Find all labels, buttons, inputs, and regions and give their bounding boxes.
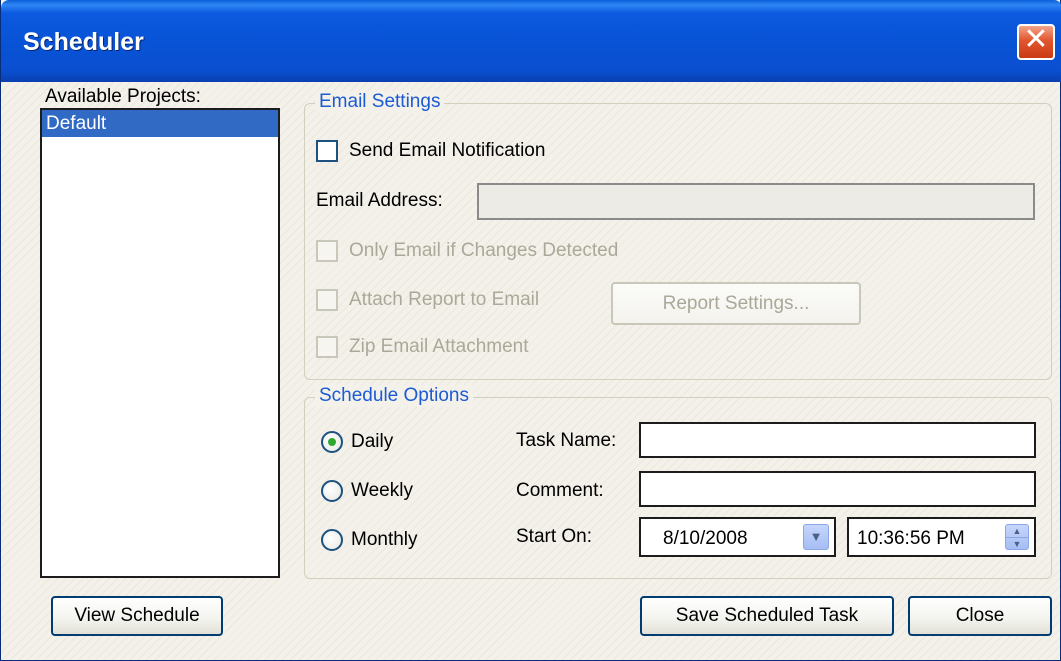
email-settings-title: Email Settings [315,91,445,113]
daily-radio[interactable]: Daily [321,431,393,453]
zip-email-attachment-label: Zip Email Attachment [349,336,529,357]
radio-button[interactable] [321,480,343,502]
zip-email-attachment-checkbox[interactable]: Zip Email Attachment [316,336,529,358]
title-bar[interactable]: Scheduler ✕ [1,0,1061,82]
email-address-label: Email Address: [316,190,443,211]
comment-input[interactable] [639,471,1036,507]
checkbox-box[interactable] [316,289,338,311]
save-scheduled-task-button[interactable]: Save Scheduled Task [640,596,894,636]
scheduler-window: Scheduler ✕ Available Projects: Default … [0,0,1061,661]
send-email-notification-label: Send Email Notification [349,140,546,161]
report-settings-button[interactable]: Report Settings... [611,282,861,325]
start-date-value: 8/10/2008 [663,528,748,549]
weekly-radio[interactable]: Weekly [321,480,413,502]
send-email-notification-checkbox[interactable]: Send Email Notification [316,140,545,162]
monthly-radio[interactable]: Monthly [321,529,418,551]
radio-button[interactable] [321,431,343,453]
spin-down-icon[interactable]: ▼ [1006,537,1028,550]
email-settings-group: Email Settings Send Email Notification E… [304,91,1052,380]
view-schedule-button[interactable]: View Schedule [51,596,223,636]
spin-up-icon[interactable]: ▲ [1006,525,1028,537]
only-email-if-changes-label: Only Email if Changes Detected [349,240,619,261]
task-name-input[interactable] [639,422,1036,458]
start-date-picker[interactable]: 8/10/2008 ▼ [639,517,836,557]
close-icon: ✕ [1023,23,1049,56]
start-time-picker[interactable]: 10:36:56 PM ▲ ▼ [847,517,1036,557]
task-name-label: Task Name: [516,430,617,451]
monthly-label: Monthly [351,529,418,550]
attach-report-checkbox[interactable]: Attach Report to Email [316,289,539,311]
weekly-label: Weekly [351,480,413,501]
close-window-button[interactable]: ✕ [1017,24,1055,60]
time-spinner[interactable]: ▲ ▼ [1005,524,1029,550]
project-item-default[interactable]: Default [42,110,278,137]
projects-listbox[interactable]: Default [40,108,280,578]
schedule-options-group: Schedule Options Daily Weekly Monthly Ta… [304,385,1052,579]
schedule-options-title: Schedule Options [315,385,473,407]
email-address-input[interactable] [477,183,1035,220]
daily-label: Daily [351,431,394,452]
window-title: Scheduler [23,28,144,56]
start-on-label: Start On: [516,526,593,547]
radio-button[interactable] [321,529,343,551]
available-projects-label: Available Projects: [45,86,201,107]
start-time-value: 10:36:56 PM [857,528,965,549]
attach-report-label: Attach Report to Email [349,289,540,310]
only-email-if-changes-checkbox[interactable]: Only Email if Changes Detected [316,240,618,262]
checkbox-box[interactable] [316,240,338,262]
close-button[interactable]: Close [908,596,1052,636]
checkbox-box[interactable] [316,140,338,162]
comment-label: Comment: [516,480,604,501]
checkbox-box[interactable] [316,336,338,358]
chevron-down-icon[interactable]: ▼ [803,524,829,550]
